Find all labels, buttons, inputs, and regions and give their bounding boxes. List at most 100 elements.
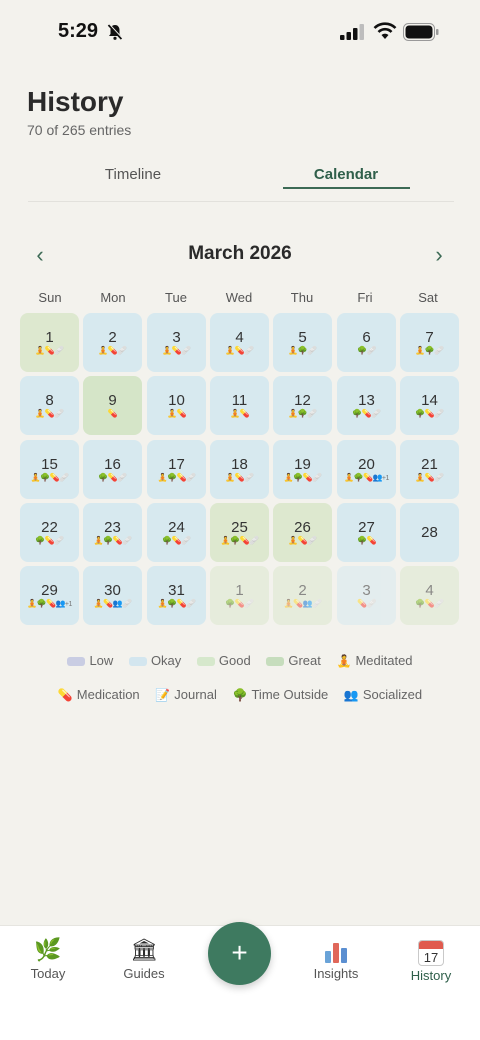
day-number: 14 (421, 392, 438, 409)
day-activity-icons: 🧘💊👥🩹 (273, 599, 332, 609)
calendar-day[interactable]: 15 🧘🌳💊🩹 (20, 440, 79, 499)
activity-icons-text: 🧘🌳💊👥 (27, 599, 65, 608)
weekday-header: Sun Mon Tue Wed Thu Fri Sat (20, 290, 460, 308)
add-entry-button[interactable]: + (208, 922, 271, 985)
activity-icons-text: 🧘💊🩹 (35, 346, 64, 355)
day-activity-icons: 🌳💊🩹 (147, 536, 206, 546)
calendar-day-next-month[interactable]: 4 🌳💊🩹 (400, 566, 459, 625)
calendar-day[interactable]: 19 🧘🌳💊🩹 (273, 440, 332, 499)
day-activity-icons: 🧘🌳💊🩹 (147, 473, 206, 483)
activity-icons-text: 🧘💊🩹 (288, 536, 317, 545)
day-number: 21 (421, 456, 438, 473)
month-nav: ‹ March 2026 › (20, 240, 460, 272)
tree-icon: 🌳 (232, 688, 248, 703)
calendar-day[interactable]: 26 🧘💊🩹 (273, 503, 332, 562)
people-icon: 👥 (343, 688, 359, 703)
calendar-day[interactable]: 11 🧘💊 (210, 376, 269, 435)
legend-label: Socialized (362, 687, 423, 703)
activity-icons-text: 🧘💊🩹 (35, 409, 64, 418)
calendar-day[interactable]: 16 🌳💊🩹 (83, 440, 142, 499)
next-month-button[interactable]: › (427, 242, 451, 268)
day-activity-icons: 🧘💊🩹 (210, 346, 269, 356)
calendar-day[interactable]: 28 (400, 503, 459, 562)
calendar-icon: 17 (391, 938, 471, 967)
day-activity-icons: 🌳💊🩹 (400, 409, 459, 419)
nav-today[interactable]: 🌿 Today (8, 936, 88, 981)
calendar-day[interactable]: 7 🧘🌳🩹 (400, 313, 459, 372)
day-number: 9 (108, 392, 117, 409)
more-activities-count: +1 (381, 475, 389, 482)
activity-icons-text: 🌳💊🩹 (35, 536, 64, 545)
legend-label: Okay (150, 653, 182, 669)
activity-icons-text: 🧘🌳💊🩹 (157, 599, 196, 608)
day-number: 31 (168, 582, 185, 599)
nav-insights[interactable]: Insights (296, 936, 376, 981)
weekday-tue: Tue (165, 290, 187, 305)
day-number: 22 (41, 519, 58, 536)
day-activity-icons: 🌳💊🩹 (337, 409, 396, 419)
calendar-day[interactable]: 1 🧘💊🩹 (20, 313, 79, 372)
calendar-day[interactable]: 13 🌳💊🩹 (337, 376, 396, 435)
day-number: 19 (294, 456, 311, 473)
day-number: 18 (231, 456, 248, 473)
day-activity-icons: 🧘💊🩹 (20, 346, 79, 356)
calendar-day[interactable]: 18 🧘💊🩹 (210, 440, 269, 499)
day-activity-icons: 🌳💊🩹 (400, 599, 459, 609)
calendar-day[interactable]: 14 🌳💊🩹 (400, 376, 459, 435)
calendar-day[interactable]: 22 🌳💊🩹 (20, 503, 79, 562)
calendar-day[interactable]: 31 🧘🌳💊🩹 (147, 566, 206, 625)
calendar-day[interactable]: 23 🧘🌳💊🩹 (83, 503, 142, 562)
calendar-day[interactable]: 10 🧘💊 (147, 376, 206, 435)
calendar-day[interactable]: 8 🧘💊🩹 (20, 376, 79, 435)
nav-guides[interactable]: 🏛 Guides (104, 936, 184, 981)
day-number: 15 (41, 456, 58, 473)
day-activity-icons: 🧘💊🩹 (400, 473, 459, 483)
nav-label: Guides (123, 966, 165, 981)
legend-swatch-great (266, 657, 285, 667)
day-activity-icons: 🧘💊 (147, 409, 206, 419)
tab-timeline[interactable]: Timeline (69, 166, 197, 183)
calendar-icon-day: 17 (423, 950, 439, 966)
day-activity-icons: 🧘💊🩹 (273, 536, 332, 546)
calendar-day[interactable]: 6 🌳🩹 (337, 313, 396, 372)
day-number: 29 (41, 582, 58, 599)
signal-icon (340, 24, 364, 40)
calendar-day[interactable]: 4 🧘💊🩹 (210, 313, 269, 372)
page-title: History (27, 86, 124, 117)
calendar-day[interactable]: 17 🧘🌳💊🩹 (147, 440, 206, 499)
calendar-day[interactable]: 9 💊 (83, 376, 142, 435)
calendar-day[interactable]: 25 🧘🌳💊🩹 (210, 503, 269, 562)
calendar-day[interactable]: 27 🌳💊 (337, 503, 396, 562)
legend-row-moods: Low Okay Good Great 🧘 Meditated (20, 652, 460, 672)
day-activity-icons: 🧘💊🩹 (147, 346, 206, 356)
calendar-day-next-month[interactable]: 2 🧘💊👥🩹 (273, 566, 332, 625)
calendar-day-next-month[interactable]: 3 💊🩹 (337, 566, 396, 625)
calendar-day[interactable]: 20 🧘🌳💊👥+1 (337, 440, 396, 499)
calendar-day[interactable]: 3 🧘💊🩹 (147, 313, 206, 372)
calendar-day-next-month[interactable]: 1 🌳💊🩹 (210, 566, 269, 625)
calendar-day[interactable]: 12 🧘🌳🩹 (273, 376, 332, 435)
activity-icons-text: 🧘💊🩹 (415, 473, 444, 482)
legend-label: Medication (76, 687, 140, 703)
month-label: March 2026 (188, 243, 292, 264)
calendar-day[interactable]: 24 🌳💊🩹 (147, 503, 206, 562)
tab-calendar[interactable]: Calendar (282, 166, 410, 183)
entries-count: 70 of 265 entries (27, 122, 132, 138)
calendar-day[interactable]: 29 🧘🌳💊👥+1 (20, 566, 79, 625)
legend-label: Good (218, 653, 251, 669)
day-number: 4 (425, 582, 434, 599)
calendar-day[interactable]: 21 🧘💊🩹 (400, 440, 459, 499)
weekday-wed: Wed (225, 290, 253, 305)
nav-label: Insights (313, 966, 359, 981)
activity-icons-text: 🧘💊 (230, 409, 249, 418)
weekday-thu: Thu (290, 290, 314, 305)
weekday-sat: Sat (418, 290, 438, 305)
day-activity-icons: 🧘💊🩹 (83, 346, 142, 356)
activity-icons-text: 🧘🌳💊🩹 (30, 473, 69, 482)
calendar-day[interactable]: 2 🧘💊🩹 (83, 313, 142, 372)
nav-history[interactable]: 17 History (391, 938, 471, 983)
day-number: 30 (104, 582, 121, 599)
calendar-day[interactable]: 5 🧘🌳🩹 (273, 313, 332, 372)
day-number: 1 (45, 329, 54, 346)
calendar-day[interactable]: 30 🧘💊👥🩹 (83, 566, 142, 625)
